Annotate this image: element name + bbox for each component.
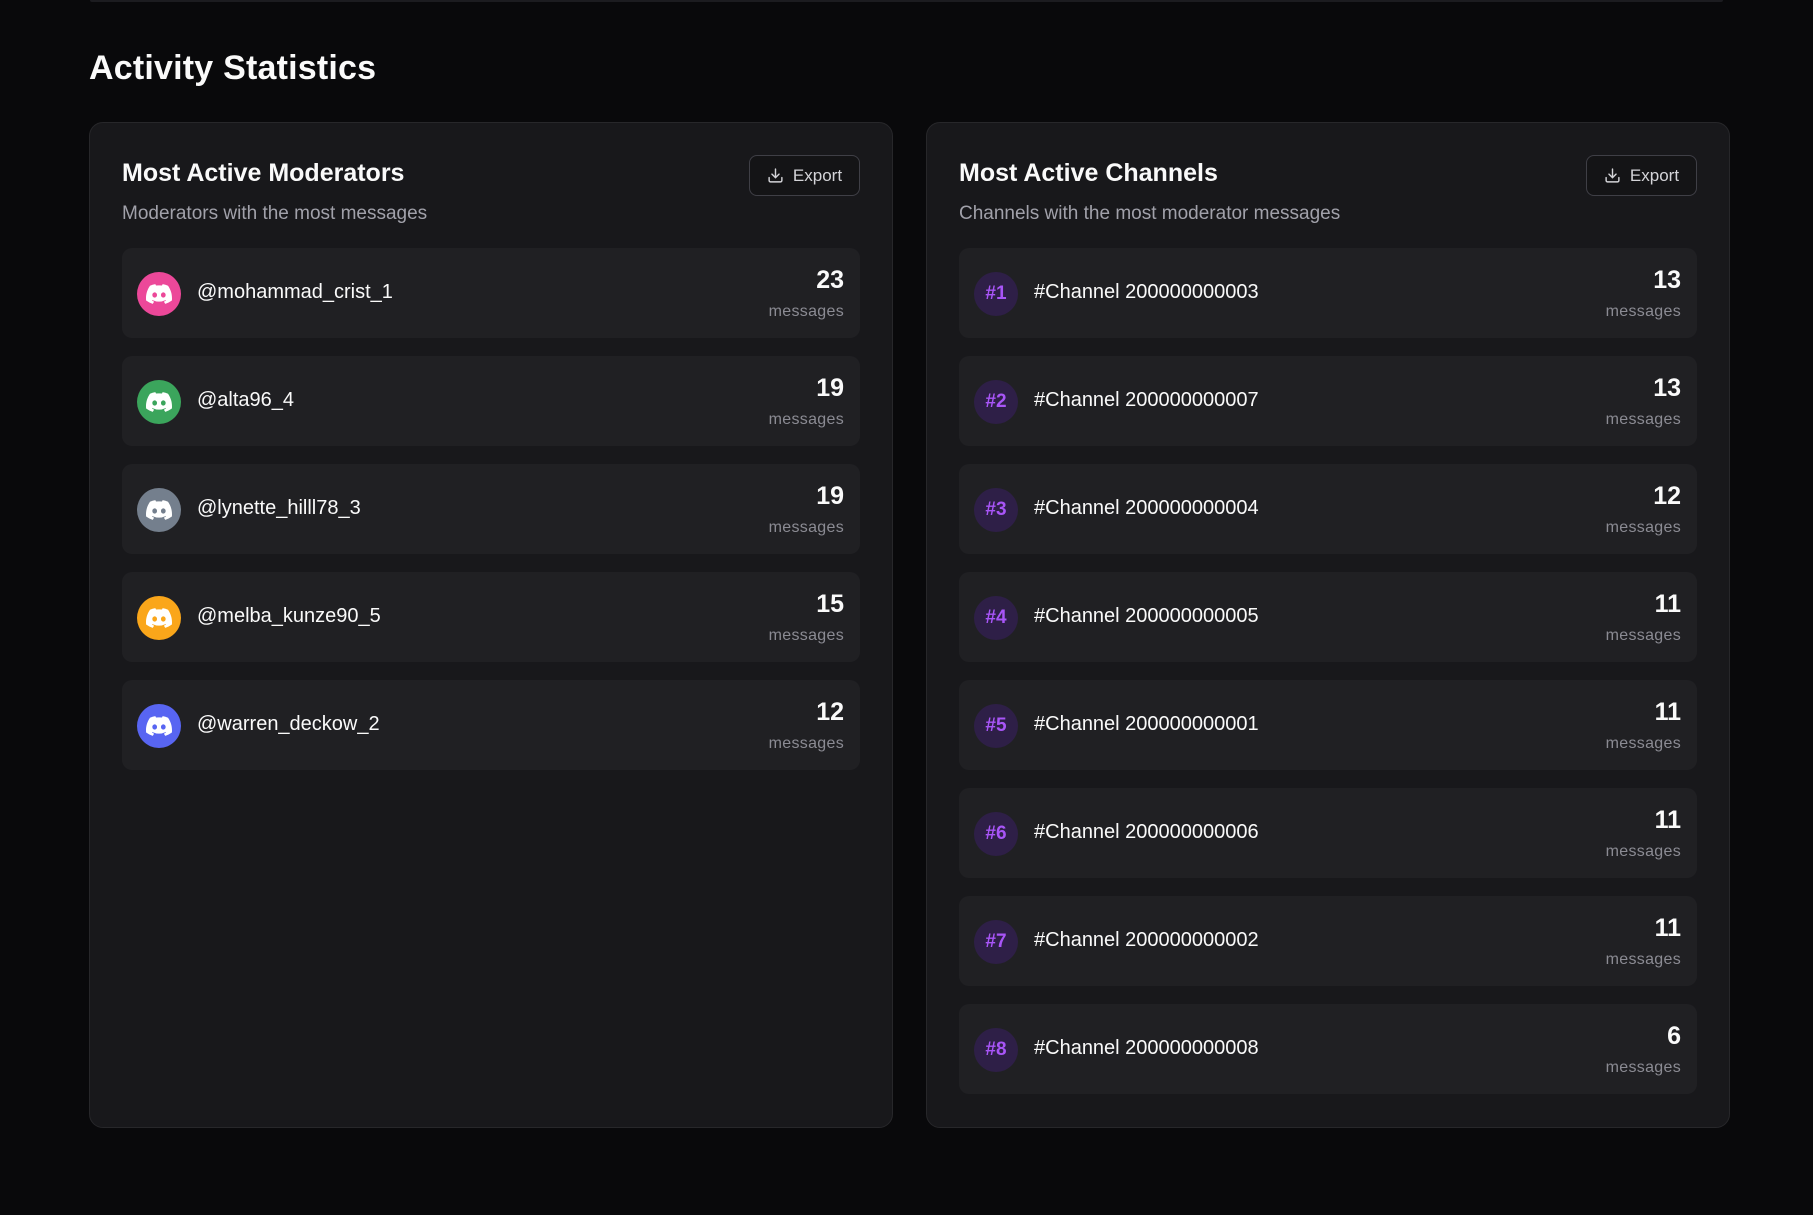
discord-icon — [146, 716, 172, 736]
moderators-card-subtitle: Moderators with the most messages — [122, 203, 428, 224]
message-count: 13 — [1653, 266, 1681, 294]
message-count-unit: messages — [768, 627, 844, 644]
message-count-unit: messages — [1605, 627, 1681, 644]
channel-row[interactable]: #2 #Channel 200000000007 13 messages — [959, 356, 1697, 446]
channel-name: #Channel 200000000004 — [1034, 497, 1259, 519]
moderator-row[interactable]: @alta96_4 19 messages — [122, 356, 860, 446]
message-count: 11 — [1654, 590, 1681, 618]
moderator-name: @alta96_4 — [197, 389, 295, 411]
channel-name: #Channel 200000000002 — [1034, 929, 1259, 951]
moderators-list: @mohammad_crist_1 23 messages @alta96_4 19 me… — [122, 248, 860, 788]
most-active-moderators-card: Most Active Moderators Moderators with t… — [89, 122, 893, 1128]
channel-row[interactable]: #6 #Channel 200000000006 11 messages — [959, 788, 1697, 878]
message-count-unit: messages — [1605, 303, 1681, 320]
message-count: 23 — [816, 266, 844, 294]
channel-rank-badge: #2 — [974, 380, 1018, 424]
channel-name: #Channel 200000000008 — [1034, 1037, 1259, 1059]
moderator-row[interactable]: @lynette_hilll78_3 19 messages — [122, 464, 860, 554]
message-count-unit: messages — [1605, 411, 1681, 428]
moderator-name: @warren_deckow_2 — [197, 713, 380, 735]
message-count: 11 — [1654, 914, 1681, 942]
download-icon — [1605, 168, 1620, 183]
avatar — [137, 488, 181, 532]
channels-list: #1 #Channel 200000000003 13 messages #2 #Chan… — [959, 248, 1697, 1112]
channel-name: #Channel 200000000006 — [1034, 821, 1259, 843]
message-count: 12 — [1653, 482, 1681, 510]
channel-row[interactable]: #5 #Channel 200000000001 11 messages — [959, 680, 1697, 770]
channel-rank-badge: #5 — [974, 704, 1018, 748]
message-count: 6 — [1667, 1022, 1681, 1050]
channel-rank-badge: #8 — [974, 1028, 1018, 1072]
channel-name: #Channel 200000000007 — [1034, 389, 1259, 411]
message-count-unit: messages — [1605, 519, 1681, 536]
moderator-row[interactable]: @mohammad_crist_1 23 messages — [122, 248, 860, 338]
message-count: 13 — [1653, 374, 1681, 402]
discord-icon — [146, 500, 172, 520]
moderators-export-button[interactable]: Export — [749, 155, 860, 196]
channel-name: #Channel 200000000005 — [1034, 605, 1259, 627]
avatar — [137, 704, 181, 748]
channel-row[interactable]: #1 #Channel 200000000003 13 messages — [959, 248, 1697, 338]
discord-icon — [146, 608, 172, 628]
avatar — [137, 380, 181, 424]
most-active-channels-card: Most Active Channels Channels with the m… — [926, 122, 1730, 1128]
channel-name: #Channel 200000000003 — [1034, 281, 1259, 303]
message-count: 19 — [816, 482, 844, 510]
message-count-unit: messages — [768, 411, 844, 428]
message-count-unit: messages — [1605, 735, 1681, 752]
moderator-name: @mohammad_crist_1 — [197, 281, 393, 303]
message-count-unit: messages — [768, 519, 844, 536]
channel-row[interactable]: #7 #Channel 200000000002 11 messages — [959, 896, 1697, 986]
moderator-row[interactable]: @melba_kunze90_5 15 messages — [122, 572, 860, 662]
download-icon — [768, 168, 783, 183]
message-count-unit: messages — [1605, 843, 1681, 860]
channels-export-button[interactable]: Export — [1586, 155, 1697, 196]
avatar — [137, 272, 181, 316]
moderators-export-label: Export — [792, 165, 843, 185]
channel-rank-badge: #3 — [974, 488, 1018, 532]
moderators-card-title: Most Active Moderators — [122, 159, 405, 187]
message-count-unit: messages — [1605, 1059, 1681, 1076]
channel-row[interactable]: #8 #Channel 200000000008 6 messages — [959, 1004, 1697, 1094]
channels-card-subtitle: Channels with the most moderator message… — [959, 203, 1341, 224]
discord-icon — [146, 392, 172, 412]
message-count: 15 — [816, 590, 844, 618]
avatar — [137, 596, 181, 640]
top-panel-edge — [90, 0, 1723, 2]
message-count: 19 — [816, 374, 844, 402]
channels-export-label: Export — [1629, 165, 1680, 185]
discord-icon — [146, 284, 172, 304]
channel-name: #Channel 200000000001 — [1034, 713, 1259, 735]
message-count: 11 — [1654, 806, 1681, 834]
message-count: 12 — [816, 698, 844, 726]
channel-row[interactable]: #3 #Channel 200000000004 12 messages — [959, 464, 1697, 554]
message-count-unit: messages — [1605, 951, 1681, 968]
channel-rank-badge: #7 — [974, 920, 1018, 964]
message-count: 11 — [1654, 698, 1681, 726]
page-title: Activity Statistics — [89, 49, 377, 87]
channel-row[interactable]: #4 #Channel 200000000005 11 messages — [959, 572, 1697, 662]
message-count-unit: messages — [768, 303, 844, 320]
channel-rank-badge: #6 — [974, 812, 1018, 856]
channels-card-title: Most Active Channels — [959, 159, 1218, 187]
message-count-unit: messages — [768, 735, 844, 752]
moderator-row[interactable]: @warren_deckow_2 12 messages — [122, 680, 860, 770]
channel-rank-badge: #4 — [974, 596, 1018, 640]
moderator-name: @lynette_hilll78_3 — [197, 497, 361, 519]
moderator-name: @melba_kunze90_5 — [197, 605, 381, 627]
channel-rank-badge: #1 — [974, 272, 1018, 316]
